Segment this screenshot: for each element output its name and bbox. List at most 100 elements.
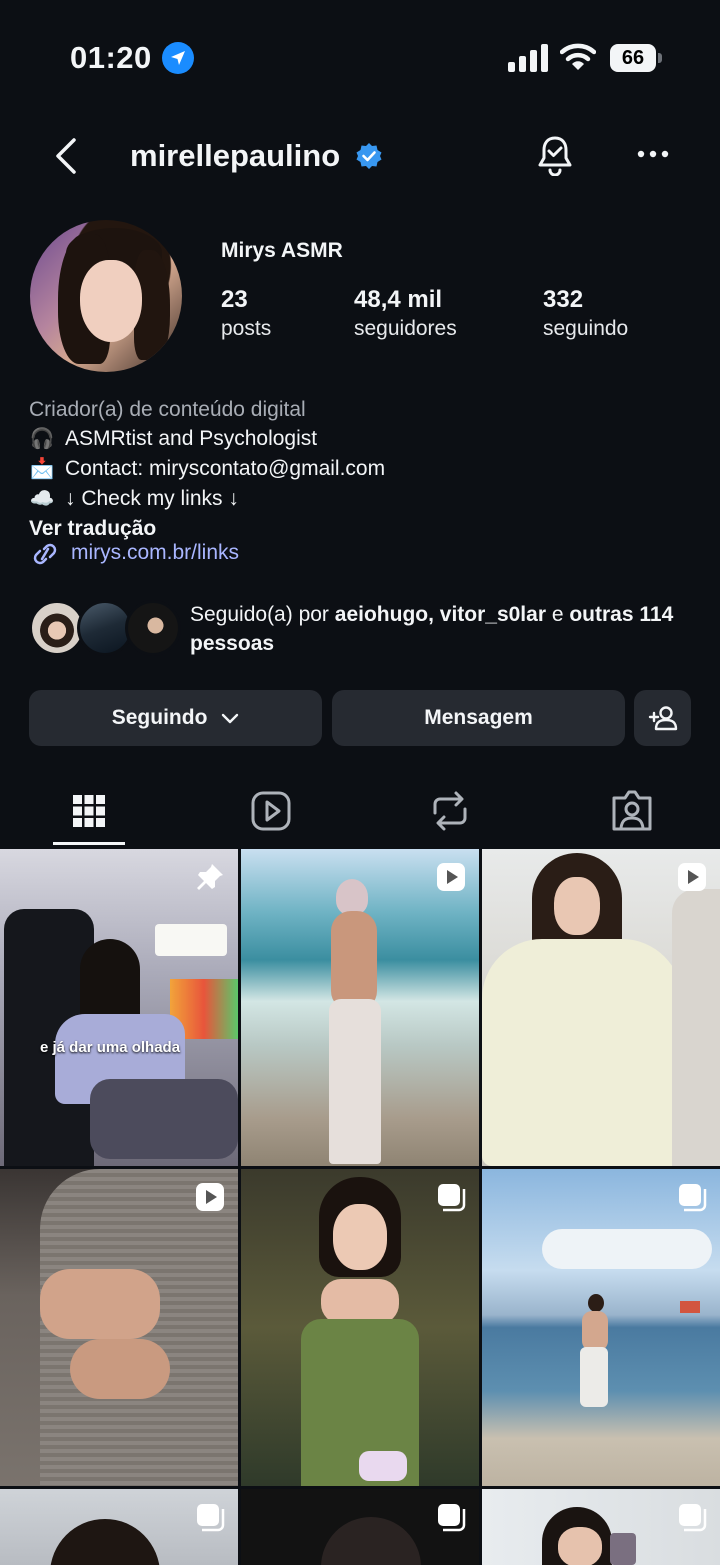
translate-link[interactable]: Ver tradução bbox=[29, 514, 689, 543]
carousel-icon bbox=[679, 1184, 707, 1212]
back-arrow-icon[interactable] bbox=[52, 136, 82, 176]
phone bbox=[610, 1533, 636, 1565]
bio-line-text: ↓ Check my links ↓ bbox=[65, 487, 239, 510]
reel-icon bbox=[437, 863, 465, 891]
post-thumbnail[interactable] bbox=[0, 1169, 238, 1486]
avatar-face bbox=[80, 260, 142, 342]
post-thumbnail[interactable] bbox=[241, 1169, 479, 1486]
reel-icon bbox=[196, 1183, 224, 1211]
battery-indicator: 66 bbox=[610, 44, 662, 72]
cloud-icon: ☁️ bbox=[29, 488, 55, 510]
battery-nub bbox=[658, 53, 662, 63]
flower-bag bbox=[359, 1451, 407, 1481]
post-thumbnail[interactable] bbox=[0, 1489, 238, 1565]
tab-posts-grid[interactable] bbox=[53, 775, 125, 847]
mutual-joiner: e bbox=[546, 603, 570, 626]
bio-line: ☁️ ↓ Check my links ↓ bbox=[29, 484, 689, 514]
tab-reels[interactable] bbox=[232, 775, 304, 847]
display-name: Mirys ASMR bbox=[221, 239, 343, 262]
person-face bbox=[333, 1204, 387, 1270]
carousel-icon bbox=[679, 1504, 707, 1532]
carousel-icon bbox=[438, 1504, 466, 1532]
tab-tagged[interactable] bbox=[592, 775, 664, 847]
stat-following[interactable]: 332 seguindo bbox=[543, 286, 628, 341]
bio-line-text: ASMRtist and Psychologist bbox=[65, 427, 318, 450]
person-torso bbox=[582, 1311, 608, 1351]
post-thumbnail[interactable] bbox=[241, 1489, 479, 1565]
profile-username: mirellepaulino bbox=[130, 138, 341, 173]
bio-line: 📩 Contact: miryscontato@gmail.com bbox=[29, 454, 689, 484]
profile-link-text[interactable]: mirys.com.br/links bbox=[71, 541, 239, 565]
verified-badge-icon bbox=[356, 143, 382, 169]
stat-followers-label: seguidores bbox=[354, 317, 457, 340]
cellular-signal-icon bbox=[508, 44, 548, 72]
profile-avatar[interactable] bbox=[30, 220, 182, 372]
notification-bell-icon[interactable] bbox=[536, 134, 574, 176]
post-thumbnail[interactable] bbox=[482, 1169, 720, 1486]
stat-posts-label: posts bbox=[221, 317, 272, 340]
profile-category: Criador(a) de conteúdo digital bbox=[29, 398, 306, 421]
person-face bbox=[558, 1527, 602, 1565]
mutual-avatar bbox=[125, 600, 181, 656]
tab-reposts[interactable] bbox=[411, 775, 483, 847]
profile-header: mirellepaulino bbox=[0, 120, 720, 192]
person-pants bbox=[580, 1347, 608, 1407]
cloud bbox=[542, 1229, 712, 1269]
stat-posts-value: 23 bbox=[221, 286, 248, 313]
tagged-person-icon bbox=[612, 790, 652, 831]
post-thumbnail[interactable] bbox=[241, 849, 479, 1166]
message-button-label: Mensagem bbox=[424, 706, 533, 729]
repost-icon bbox=[433, 791, 467, 831]
post-caption-overlay: e já dar uma olhada bbox=[40, 1039, 181, 1056]
person-dress bbox=[482, 939, 682, 1166]
link-icon bbox=[33, 543, 57, 565]
person-shoulders bbox=[321, 1279, 399, 1324]
status-bar: 01:20 66 bbox=[0, 0, 720, 110]
person-torso bbox=[331, 911, 377, 1011]
carousel-icon bbox=[197, 1504, 225, 1532]
profile-tabs bbox=[0, 775, 720, 847]
mutual-names[interactable]: aeiohugo, vitor_s0lar bbox=[335, 603, 546, 626]
bio-line: 🎧 ASMRtist and Psychologist bbox=[29, 424, 689, 454]
profile-actions: Seguindo Mensagem bbox=[29, 690, 691, 746]
mutual-prefix: Seguido(a) por bbox=[190, 603, 335, 626]
person-hands bbox=[40, 1269, 160, 1339]
grid-icon bbox=[73, 795, 105, 827]
more-options-icon[interactable] bbox=[636, 148, 670, 160]
battery-level: 66 bbox=[610, 44, 656, 72]
mutual-followers[interactable]: Seguido(a) por aeiohugo, vitor_s0lar e o… bbox=[29, 600, 689, 660]
carousel-icon bbox=[438, 1184, 466, 1212]
active-tab-indicator bbox=[53, 842, 125, 845]
second-person bbox=[672, 889, 720, 1166]
pin-icon bbox=[197, 864, 223, 890]
mutual-followers-text: Seguido(a) por aeiohugo, vitor_s0lar e o… bbox=[190, 600, 690, 658]
stat-followers[interactable]: 48,4 mil seguidores bbox=[354, 286, 457, 341]
person-pants bbox=[329, 999, 381, 1164]
stat-posts[interactable]: 23 posts bbox=[221, 286, 271, 341]
bio-line-text: Contact: miryscontato@gmail.com bbox=[65, 457, 386, 480]
posts-grid: e já dar uma olhada bbox=[0, 849, 720, 1565]
reel-icon bbox=[678, 863, 706, 891]
stat-followers-value: 48,4 mil bbox=[354, 286, 443, 313]
post-thumbnail[interactable] bbox=[482, 849, 720, 1166]
add-person-icon bbox=[648, 706, 678, 731]
post-thumbnail[interactable] bbox=[482, 1489, 720, 1565]
person-hair bbox=[321, 1517, 421, 1565]
headphones-icon: 🎧 bbox=[29, 428, 55, 450]
envelope-icon: 📩 bbox=[29, 458, 55, 480]
person-face bbox=[554, 877, 600, 935]
stat-following-label: seguindo bbox=[543, 317, 629, 340]
person-legs bbox=[90, 1079, 238, 1159]
wifi-icon bbox=[560, 43, 596, 70]
status-time: 01:20 bbox=[70, 40, 152, 75]
chevron-down-icon bbox=[222, 714, 239, 724]
person-cap bbox=[336, 879, 368, 915]
message-button[interactable]: Mensagem bbox=[332, 690, 625, 746]
following-button-label: Seguindo bbox=[111, 706, 208, 729]
person-hands-lower bbox=[70, 1339, 170, 1399]
post-thumbnail[interactable]: e já dar uma olhada bbox=[0, 849, 238, 1166]
suggest-people-button[interactable] bbox=[634, 690, 691, 746]
following-button[interactable]: Seguindo bbox=[29, 690, 322, 746]
boat bbox=[680, 1301, 700, 1313]
profile-bio: Criador(a) de conteúdo digital 🎧 ASMRtist… bbox=[29, 395, 689, 543]
